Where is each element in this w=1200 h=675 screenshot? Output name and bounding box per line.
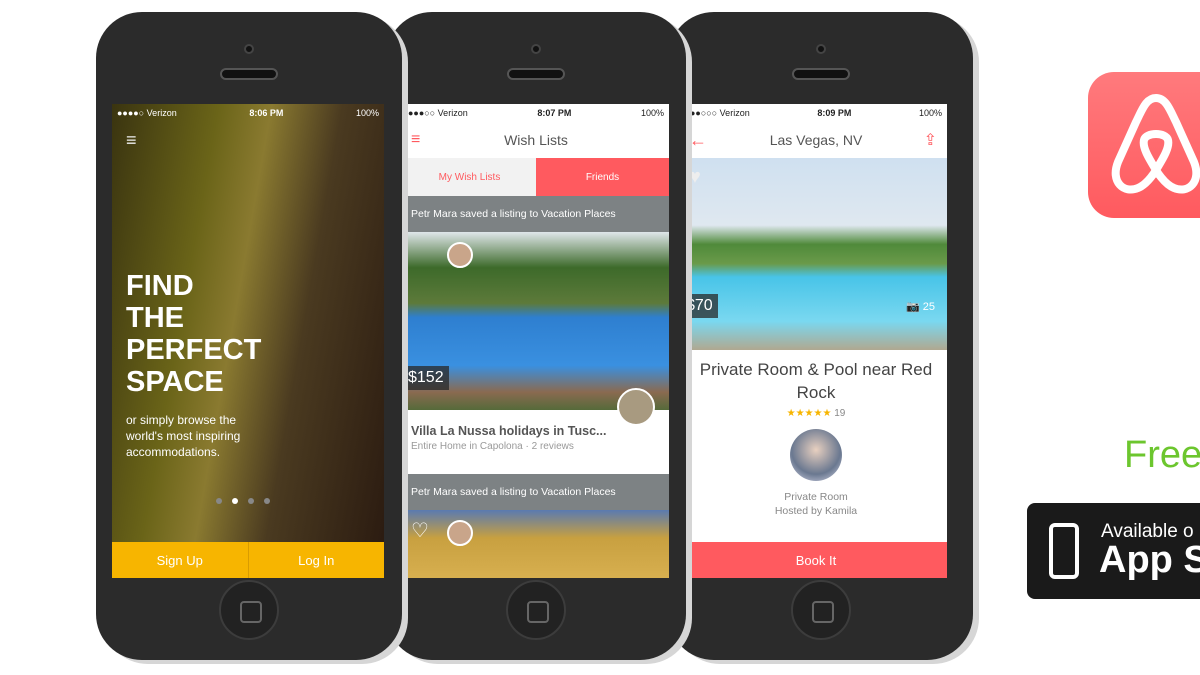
airbnb-logo	[1088, 72, 1200, 218]
dot[interactable]	[216, 498, 222, 504]
dot-active[interactable]	[232, 498, 238, 504]
tab-friends[interactable]: Friends	[536, 158, 669, 196]
listing-screen: ●●○○○ Verizon 8:09 PM 100% ← Las Vegas, NV…	[685, 104, 947, 578]
back-arrow-icon[interactable]: ←	[689, 130, 707, 151]
listing-photo[interactable]: $152	[403, 232, 669, 426]
home-button[interactable]	[790, 580, 851, 640]
phone-wishlists: ●●●○○ Verizon 8:07 PM 100% ≡ Wish Lists My…	[386, 12, 686, 660]
headline: FIND THE PERFECT SPACE	[126, 270, 261, 398]
phone-listing: ●●○○○ Verizon 8:09 PM 100% ← Las Vegas, NV…	[668, 12, 973, 660]
rating: ★★★★★ 19	[685, 408, 947, 419]
home-button[interactable]	[219, 580, 279, 640]
time: 8:07 PM	[537, 108, 572, 118]
listing-title: Private Room & Pool near Red Rock	[699, 360, 933, 402]
auth-buttons: Sign Up Log In	[112, 542, 384, 578]
dot[interactable]	[264, 498, 270, 504]
price-tag: $152	[403, 366, 449, 390]
menu-icon[interactable]: ≡	[411, 131, 420, 149]
speaker	[220, 68, 278, 80]
page-title: Las Vegas, NV	[769, 132, 863, 148]
headline-line: THE	[126, 302, 184, 334]
camera	[531, 44, 541, 54]
book-it-button[interactable]: Book It	[685, 542, 947, 578]
iphone-icon	[1049, 523, 1079, 579]
camera	[815, 44, 826, 54]
camera	[244, 44, 254, 54]
listing-photo[interactable]: ♡	[403, 510, 669, 578]
carousel-dots[interactable]	[216, 498, 270, 504]
header: ← Las Vegas, NV ⇪	[685, 122, 947, 158]
welcome-screen: ●●●●○ Verizon 8:06 PM 100% ≡ FIND THE PERF…	[112, 104, 384, 578]
phone-welcome: ●●●●○ Verizon 8:06 PM 100% ≡ FIND THE PERF…	[96, 12, 402, 660]
carrier: ●●●○○ Verizon	[408, 108, 468, 118]
headline-line: SPACE	[126, 366, 224, 398]
dot[interactable]	[248, 498, 254, 504]
activity-text: Petr Mara saved a listing to Vacation Pl…	[403, 196, 669, 232]
host-name: Hosted by Kamila	[774, 505, 858, 517]
header: ≡ Wish Lists	[403, 122, 669, 158]
stars: ★★★★★	[786, 408, 832, 419]
status-bar: ●●●○○ Verizon 8:07 PM 100%	[403, 104, 669, 122]
heart-icon[interactable]: ♡	[411, 518, 429, 543]
friend-avatar[interactable]	[447, 520, 473, 546]
headline-line: PERFECT	[126, 334, 262, 366]
page-title: Wish Lists	[504, 132, 568, 148]
heart-icon[interactable]: ♥	[689, 166, 701, 189]
host-avatar[interactable]	[617, 388, 655, 426]
badge-line2: App S	[1099, 539, 1200, 581]
status-bar: ●●●●○ Verizon 8:06 PM 100%	[112, 104, 384, 122]
menu-icon[interactable]: ≡	[126, 130, 137, 151]
headline-line: FIND	[126, 270, 194, 302]
battery: 100%	[355, 108, 379, 118]
wishlists-screen: ●●●○○ Verizon 8:07 PM 100% ≡ Wish Lists My…	[403, 104, 669, 578]
app-store-badge[interactable]: Available o App S	[1027, 503, 1200, 599]
battery: 100%	[918, 108, 942, 118]
status-bar: ●●○○○ Verizon 8:09 PM 100%	[685, 104, 947, 122]
subtext: or simply browse the world's most inspir…	[126, 413, 241, 459]
photo-count-value: 25	[922, 301, 935, 313]
review-count: 19	[834, 408, 846, 419]
carrier: ●●○○○ Verizon	[690, 108, 750, 118]
price-tag: $70	[685, 294, 718, 318]
speaker	[791, 68, 850, 80]
sign-up-button[interactable]: Sign Up	[112, 542, 249, 578]
friend-avatar[interactable]	[447, 242, 473, 268]
listing-photo[interactable]: ♥ $70 📷 25	[685, 158, 947, 350]
tab-my-wish-lists[interactable]: My Wish Lists	[403, 158, 536, 196]
share-icon[interactable]: ⇪	[924, 130, 937, 150]
photo-count[interactable]: 📷 25	[906, 300, 935, 313]
free-label: Free	[1124, 434, 1200, 476]
host-avatar[interactable]	[790, 429, 842, 481]
listing-subtitle: Entire Home in Capolona · 2 reviews	[411, 441, 574, 452]
activity-text: Petr Mara saved a listing to Vacation Pl…	[403, 474, 669, 510]
log-in-button[interactable]: Log In	[249, 542, 385, 578]
home-button[interactable]	[506, 580, 566, 640]
battery: 100%	[640, 108, 664, 118]
time: 8:09 PM	[817, 108, 852, 118]
speaker	[507, 68, 565, 80]
tabs: My Wish Lists Friends	[403, 158, 669, 196]
room-type: Private Room	[784, 491, 848, 503]
listing-title: Villa La Nussa holidays in Tusc...	[411, 424, 607, 438]
time: 8:06 PM	[249, 108, 284, 118]
carrier: ●●●●○ Verizon	[117, 108, 177, 118]
camera-icon: 📷	[905, 301, 920, 313]
